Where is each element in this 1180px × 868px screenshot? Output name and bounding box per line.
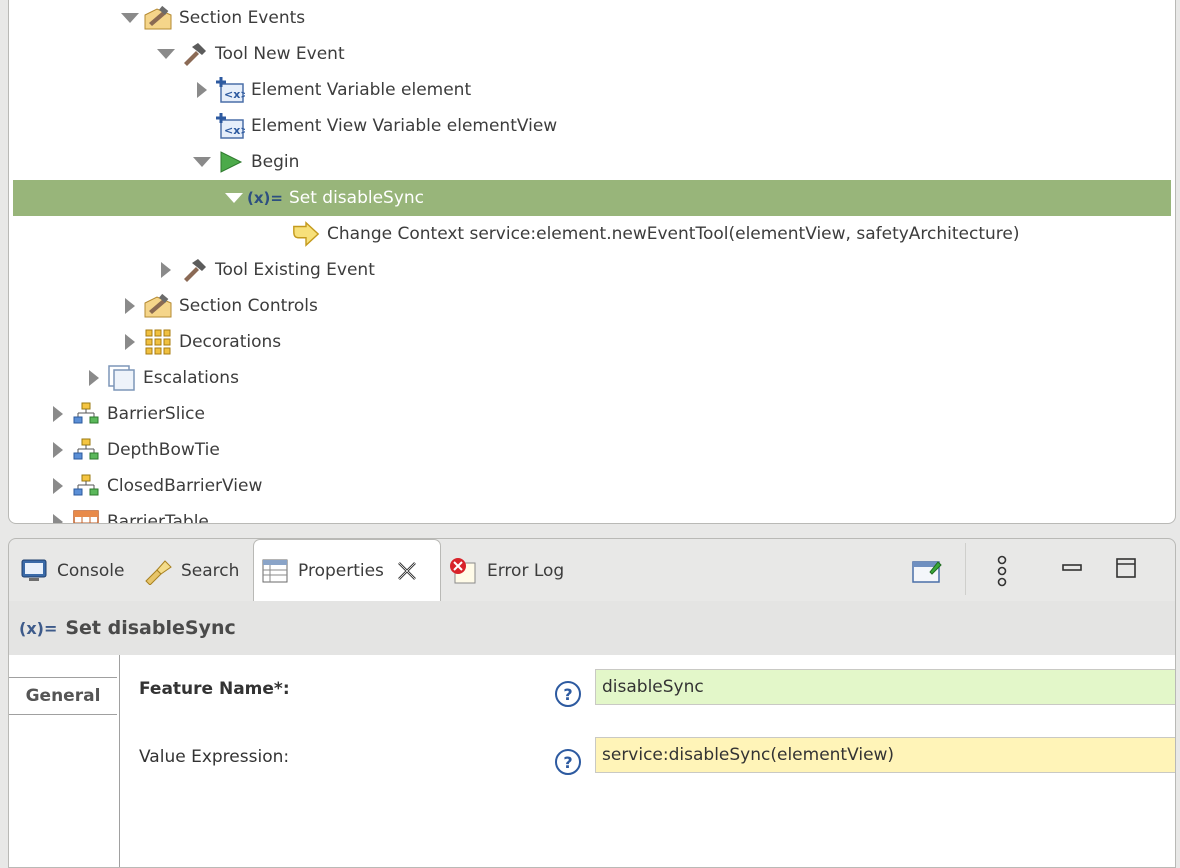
property-section-tabs: General (9, 655, 120, 867)
hammer-icon (179, 256, 209, 284)
tree-item-tool-existing-event[interactable]: Tool Existing Event (9, 252, 1175, 288)
model-explorer-tree: Section Events Tool New Event <x> Elemen… (8, 0, 1176, 524)
tree-item-label: BarrierSlice (107, 404, 205, 424)
properties-title: Set disableSync (65, 617, 236, 639)
variable-icon: <x> (215, 112, 245, 140)
expand-toggle[interactable] (189, 144, 215, 180)
expand-toggle[interactable] (153, 36, 179, 72)
feature-name-input[interactable] (595, 669, 1175, 705)
toolbar-separator (965, 543, 966, 595)
tree-item-label: Element View Variable elementView (251, 116, 558, 136)
tree-item-label: Escalations (143, 368, 239, 388)
tree-item-label: DepthBowTie (107, 440, 220, 460)
change-context-icon (291, 220, 321, 248)
expand-toggle[interactable] (81, 360, 107, 396)
feature-name-label: Feature Name*: (139, 679, 290, 699)
expand-toggle[interactable] (221, 180, 247, 216)
tab-search[interactable]: Search (143, 549, 239, 593)
tree-item-label: Change Context service:element.newEventT… (327, 224, 1020, 244)
set-variable-icon: (x)= (247, 189, 283, 207)
value-expression-label: Value Expression: (139, 747, 290, 767)
grid-icon (143, 328, 173, 356)
section-icon (143, 292, 173, 320)
tree-item-label: Tool Existing Event (215, 260, 375, 280)
vertical-dots-icon (997, 555, 1007, 587)
expand-toggle[interactable] (45, 432, 71, 468)
set-variable-icon: (x)= (19, 618, 58, 638)
tree-item-element-variable[interactable]: <x> Element Variable element (9, 72, 1175, 108)
close-icon[interactable] (396, 560, 418, 582)
expand-toggle[interactable] (117, 288, 143, 324)
tree-item-label: Section Events (179, 8, 306, 28)
diagram-icon (71, 472, 101, 500)
section-tab-general[interactable]: General (9, 677, 117, 715)
tab-label: Console (57, 561, 125, 581)
properties-icon (260, 557, 290, 585)
tree-item-begin[interactable]: Begin (9, 144, 1175, 180)
tree-item-label: Element Variable element (251, 80, 472, 100)
minimize-icon (1062, 564, 1082, 571)
tree-item-label: Tool New Event (215, 44, 345, 64)
tree-item-label: Begin (251, 152, 300, 172)
tree-item-barrier-slice[interactable]: BarrierSlice (9, 396, 1175, 432)
expand-toggle[interactable] (45, 468, 71, 504)
tree-item-label: Decorations (179, 332, 282, 352)
tab-label: Properties (298, 560, 384, 581)
tree-item-change-context[interactable]: Change Context service:element.newEventT… (9, 216, 1175, 252)
section-icon (143, 4, 173, 32)
table-icon (71, 508, 101, 523)
svg-text:<x>: <x> (224, 124, 245, 137)
tab-error-log[interactable]: Error Log (449, 549, 564, 593)
tree-item-closed-barrier-view[interactable]: ClosedBarrierView (9, 468, 1175, 504)
tree-item-section-events[interactable]: Section Events (9, 0, 1175, 36)
value-expression-input[interactable] (595, 737, 1175, 773)
help-icon[interactable]: ? (555, 681, 581, 707)
diagram-icon (71, 436, 101, 464)
view-menu-button[interactable] (989, 551, 1015, 591)
diagram-icon (71, 400, 101, 428)
tree-item-label: Set disableSync (288, 188, 425, 208)
hammer-icon (179, 40, 209, 68)
expand-toggle[interactable] (153, 252, 179, 288)
view-tab-bar: Console Search Properties Error Log (9, 539, 1175, 601)
tab-label: Error Log (487, 561, 565, 581)
play-icon (215, 148, 245, 176)
pin-icon (912, 561, 942, 583)
properties-header: (x)= Set disableSync (9, 601, 1175, 655)
tree-item-label: Section Controls (179, 296, 318, 316)
tree-item-element-view-variable[interactable]: <x> Element View Variable elementView (9, 108, 1175, 144)
expand-toggle[interactable] (117, 324, 143, 360)
expand-toggle[interactable] (189, 72, 215, 108)
expand-toggle[interactable] (45, 396, 71, 432)
tree-item-escalations[interactable]: Escalations (9, 360, 1175, 396)
variable-icon: <x> (215, 76, 245, 104)
expand-toggle[interactable] (45, 504, 71, 523)
tree-item-section-controls[interactable]: Section Controls (9, 288, 1175, 324)
maximize-icon (1116, 558, 1136, 578)
layers-icon (107, 364, 137, 392)
tab-label: Search (181, 561, 240, 581)
console-icon (19, 557, 49, 585)
maximize-button[interactable] (1111, 553, 1141, 583)
tree-item-label: BarrierTable (107, 512, 209, 524)
tree-item-decorations[interactable]: Decorations (9, 324, 1175, 360)
help-icon[interactable]: ? (555, 749, 581, 775)
expand-toggle[interactable] (117, 0, 143, 36)
tab-properties[interactable]: Properties (253, 539, 441, 601)
bottom-views-panel: Console Search Properties Error Log (x)=… (8, 538, 1176, 868)
svg-text:<x>: <x> (224, 88, 245, 101)
flashlight-icon (143, 557, 173, 585)
tab-console[interactable]: Console (19, 549, 125, 593)
tree-item-barrier-table[interactable]: BarrierTable (9, 504, 1175, 524)
tree-item-set-disable-sync[interactable]: (x)= Set disableSync (13, 180, 1171, 216)
tree-item-label: ClosedBarrierView (107, 476, 263, 496)
pin-editor-button[interactable] (907, 553, 947, 589)
tree-item-tool-new-event[interactable]: Tool New Event (9, 36, 1175, 72)
minimize-button[interactable] (1057, 553, 1087, 583)
tree-item-depth-bow-tie[interactable]: DepthBowTie (9, 432, 1175, 468)
properties-content: (x)= Set disableSync General Feature Nam… (9, 601, 1175, 867)
error-log-icon (449, 557, 479, 585)
